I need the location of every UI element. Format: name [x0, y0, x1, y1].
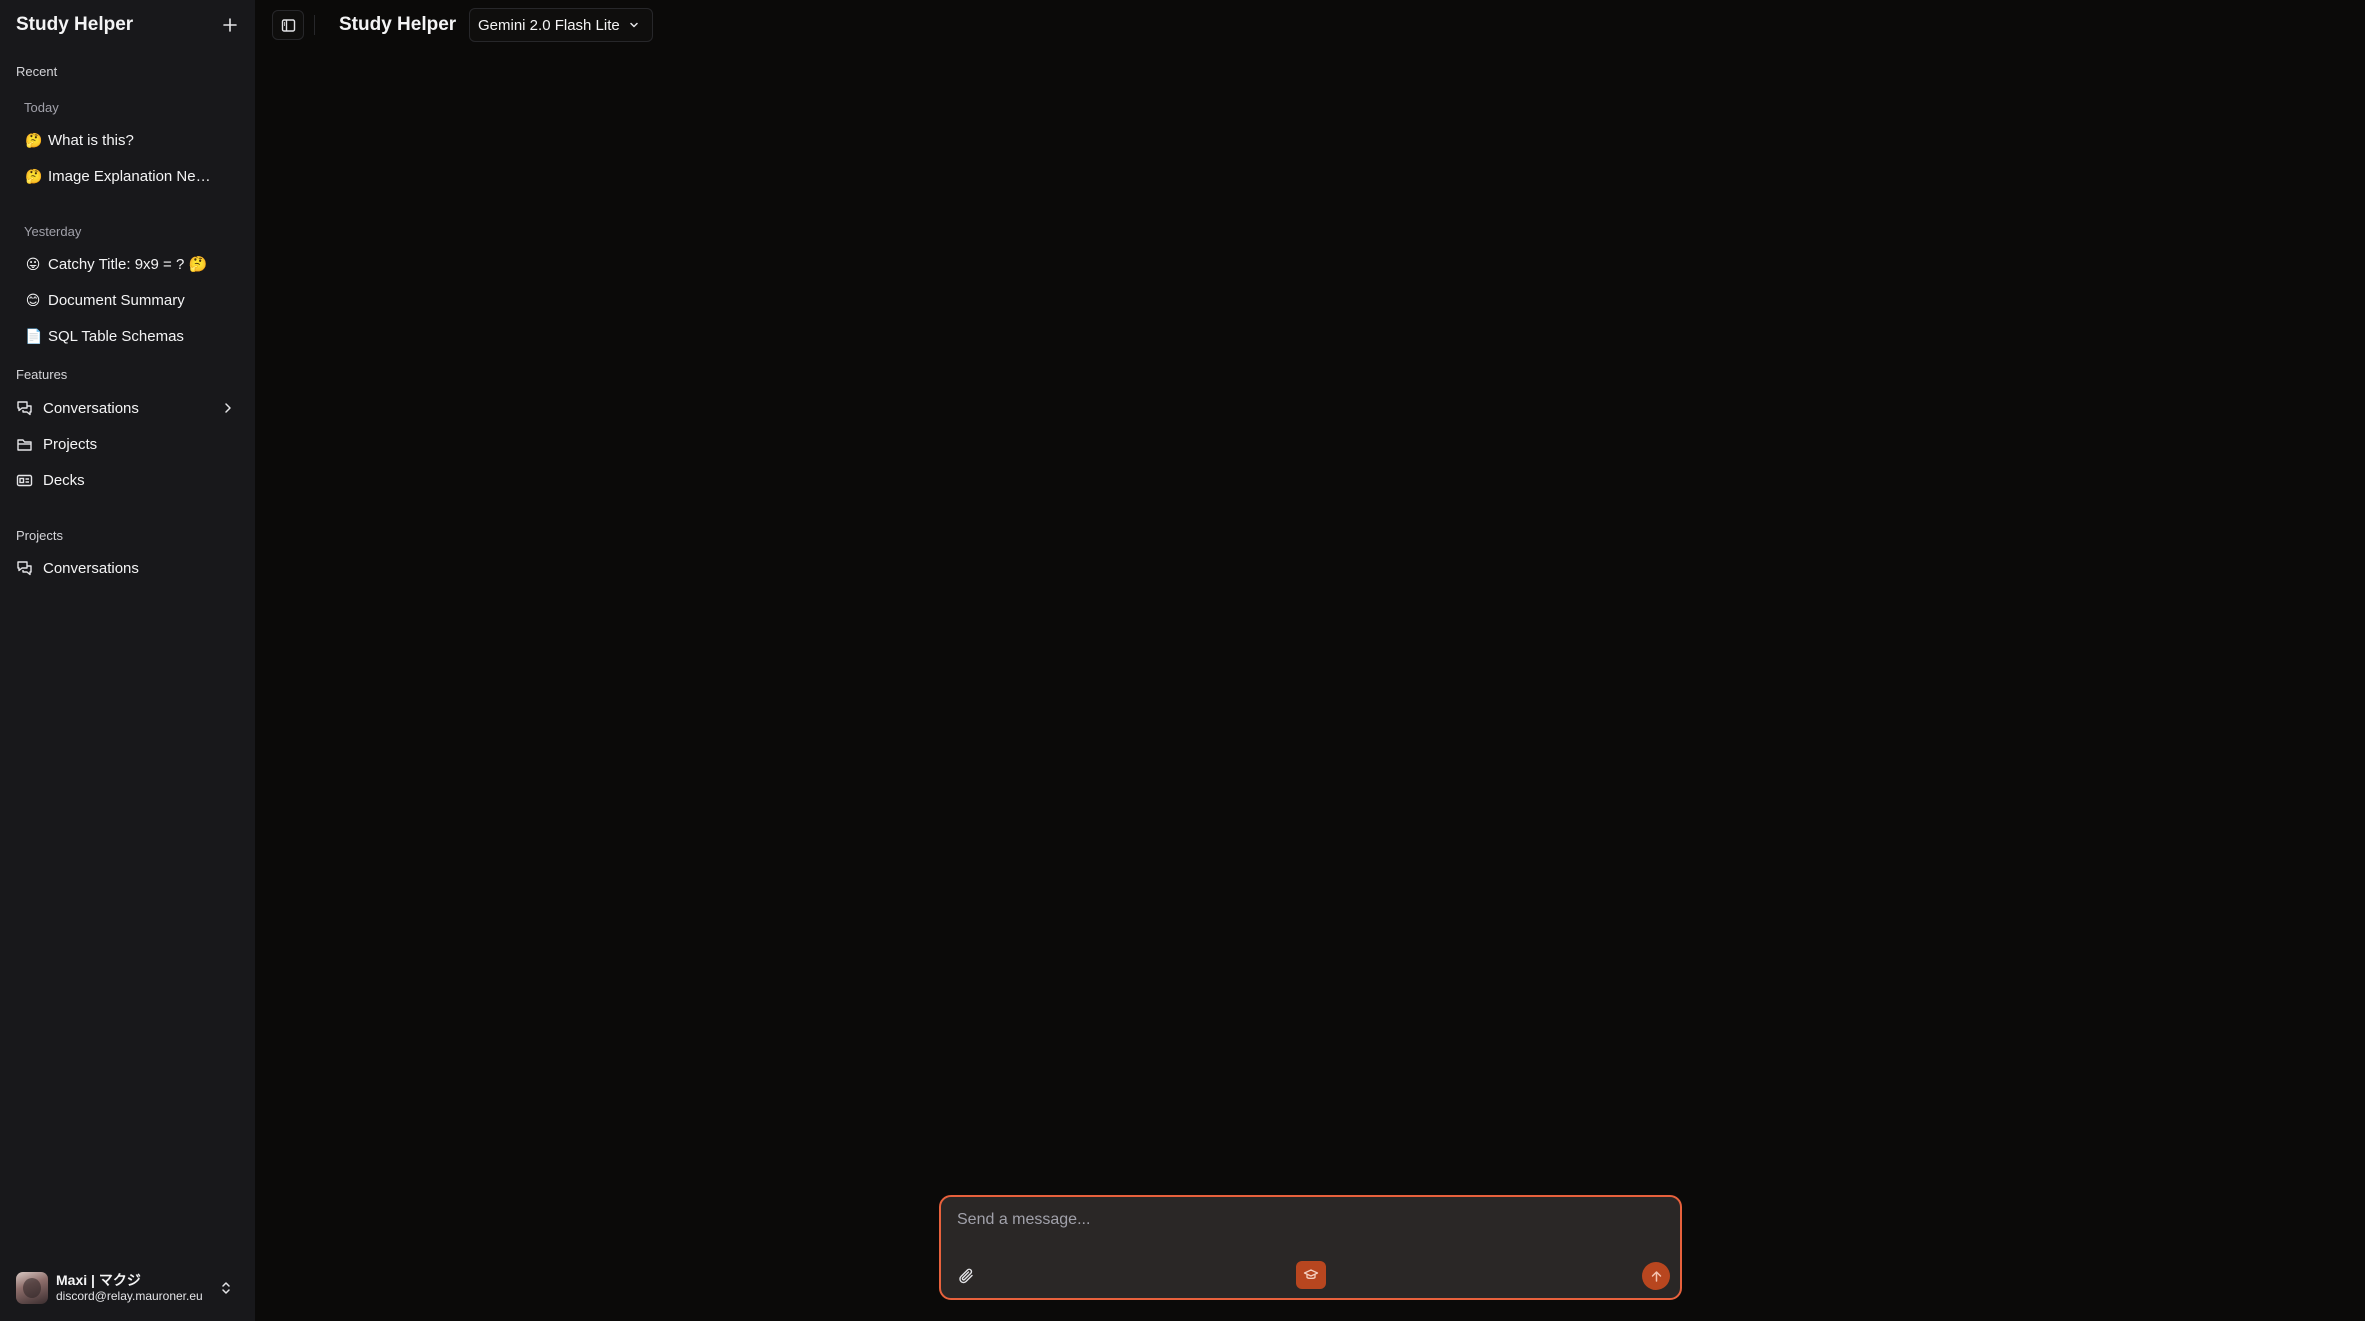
conversation-emoji: 🤔 — [25, 167, 43, 184]
conversation-item[interactable]: 😊 Document Summary — [16, 285, 244, 315]
conversation-title: Document Summary — [48, 291, 185, 309]
graduation-cap-icon — [1303, 1269, 1319, 1280]
conversation-item[interactable]: 🤔 Image Explanation Needed — [16, 161, 244, 191]
conversation-emoji: 😛 — [25, 255, 41, 272]
features-label: Features — [16, 367, 68, 382]
new-chat-button[interactable] — [219, 14, 241, 36]
chevrons-up-down-icon — [222, 1282, 230, 1294]
header-divider — [314, 15, 315, 35]
send-button[interactable] — [1642, 1262, 1670, 1290]
sidebar-toggle-button[interactable] — [272, 10, 304, 40]
folder-icon — [17, 438, 32, 451]
group-label-today: Today — [24, 100, 59, 115]
app-root: Study Helper Recent Today 🤔 What is this… — [0, 0, 2365, 1321]
user-name: Maxi | マクジ — [56, 1272, 141, 1288]
recent-label: Recent — [16, 64, 58, 79]
messages-icon — [17, 400, 32, 415]
page-title: Study Helper — [339, 14, 457, 35]
projects-label: Projects — [16, 528, 63, 543]
group-label-yesterday: Yesterday — [24, 224, 82, 239]
sidebar-item-label: Projects — [43, 435, 98, 453]
sidebar-item-projects[interactable]: Projects — [10, 429, 246, 459]
conversation-emoji: 🤔 — [25, 131, 43, 148]
conversation-emoji: 😊 — [25, 291, 41, 308]
message-composer — [939, 1195, 1682, 1300]
sidebar-item-label: Decks — [43, 471, 85, 489]
sidebar-item-project-conversations[interactable]: Conversations — [10, 553, 246, 583]
user-email: discord@relay.mauroner.eu — [56, 1289, 203, 1303]
user-menu[interactable]: Maxi | マクジ discord@relay.mauroner.eu — [10, 1266, 246, 1310]
sidebar: Study Helper Recent Today 🤔 What is this… — [0, 0, 255, 1321]
study-mode-toggle[interactable] — [1296, 1261, 1326, 1289]
sidebar-header: Study Helper — [16, 14, 241, 36]
chevron-right-icon — [225, 403, 231, 413]
conversation-item[interactable]: 😛 Catchy Title: 9x9 = ? 🤔 — [16, 249, 244, 279]
sidebar-item-label: Conversations — [43, 559, 139, 577]
panel-left-icon — [281, 18, 295, 32]
conversation-title: What is this? — [48, 131, 134, 149]
model-selector[interactable]: Gemini 2.0 Flash Lite — [469, 8, 653, 42]
conversation-item[interactable]: 🤔 What is this? — [16, 125, 244, 155]
plus-icon — [223, 18, 237, 32]
conversation-title: Catchy Title: 9x9 = ? 🤔 — [48, 256, 208, 273]
user-info: Maxi | マクジ discord@relay.mauroner.eu — [56, 1272, 203, 1304]
sidebar-title: Study Helper — [16, 14, 134, 35]
conversation-emoji: 📄 — [25, 327, 43, 344]
message-input[interactable] — [955, 1209, 1659, 1243]
conversation-title: SQL Table Schemas — [48, 327, 184, 345]
id-card-icon — [16, 474, 33, 486]
paperclip-icon — [958, 1268, 973, 1283]
sidebar-item-decks[interactable]: Decks — [10, 465, 246, 495]
avatar — [16, 1272, 48, 1304]
model-selector-value: Gemini 2.0 Flash Lite — [478, 16, 620, 34]
arrow-up-icon — [1651, 1270, 1661, 1282]
messages-icon — [17, 560, 32, 575]
conversation-title: Image Explanation Needed — [48, 167, 218, 185]
sidebar-item-conversations[interactable]: Conversations — [10, 393, 246, 423]
conversation-item[interactable]: 📄 SQL Table Schemas — [16, 321, 244, 351]
sidebar-item-label: Conversations — [43, 399, 139, 417]
chevron-down-icon — [629, 22, 638, 28]
attach-button[interactable] — [955, 1265, 977, 1287]
